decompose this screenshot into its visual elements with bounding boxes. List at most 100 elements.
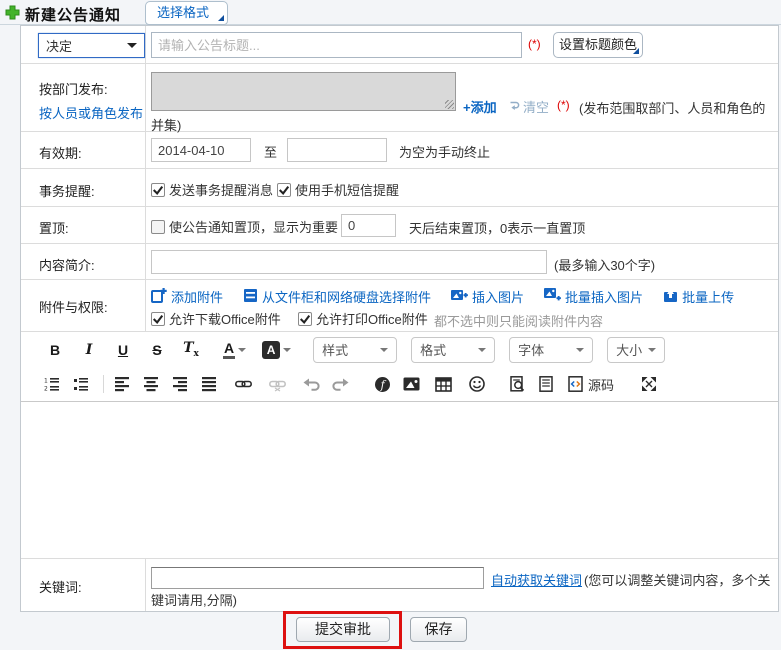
flash-button[interactable]: f bbox=[373, 376, 391, 393]
toolbar-separator bbox=[103, 375, 104, 393]
underline-button[interactable]: U bbox=[111, 342, 135, 358]
remove-format-button[interactable]: Tx bbox=[179, 340, 203, 359]
title-input[interactable] bbox=[151, 32, 522, 58]
insert-image-link[interactable]: 插入图片 bbox=[451, 287, 524, 306]
add-dept-link[interactable]: +添加 bbox=[463, 97, 497, 116]
unlink-button[interactable] bbox=[268, 376, 286, 393]
clear-arrow-icon bbox=[509, 99, 521, 114]
align-right-button[interactable] bbox=[171, 376, 189, 393]
auto-get-keywords-link[interactable]: 自动获取关键词 bbox=[491, 570, 582, 589]
text-color-button[interactable]: A bbox=[223, 341, 246, 359]
checkbox-checked-icon bbox=[151, 183, 165, 197]
editor-toolbar-row2: 12 bbox=[21, 367, 778, 402]
keywords-label: 关键词: bbox=[39, 577, 82, 596]
preview-button[interactable] bbox=[508, 376, 526, 393]
summary-label: 内容简介: bbox=[39, 255, 95, 274]
source-code-button[interactable]: 源码 bbox=[588, 375, 614, 394]
attachment-row: 附件与权限: 添加附件 从文件柜和网络硬盘选择附件 bbox=[21, 280, 778, 332]
validity-label: 有效期: bbox=[39, 143, 82, 162]
checkbox-checked-icon bbox=[277, 183, 291, 197]
bold-button[interactable]: B bbox=[43, 342, 67, 358]
page-title: 新建公告通知 bbox=[25, 4, 121, 25]
announcement-type-select[interactable]: 决定 bbox=[38, 33, 145, 58]
start-date-input[interactable] bbox=[151, 138, 251, 162]
justify-button[interactable] bbox=[200, 376, 218, 393]
dept-publish-label: 按部门发布: bbox=[39, 79, 108, 98]
keywords-note-line1: (您可以调整关键词内容，多个关 bbox=[584, 570, 770, 589]
batch-upload-link[interactable]: 批量上传 bbox=[663, 287, 734, 306]
templates-icon[interactable] bbox=[537, 376, 555, 393]
sms-reminder-checkbox[interactable]: 使用手机短信提醒 bbox=[277, 180, 399, 199]
checkbox-checked-icon bbox=[151, 312, 165, 326]
maximize-button[interactable] bbox=[640, 376, 658, 393]
format-select[interactable]: 格式 bbox=[411, 337, 495, 363]
source-code-icon[interactable] bbox=[566, 376, 584, 393]
dept-required-mark: (*) bbox=[557, 98, 570, 112]
batch-insert-image-link[interactable]: 批量插入图片 bbox=[544, 287, 643, 306]
add-icon bbox=[5, 5, 20, 20]
link-button[interactable] bbox=[234, 376, 252, 393]
align-left-button[interactable] bbox=[113, 376, 131, 393]
caret-down-icon bbox=[478, 348, 486, 356]
strikethrough-button[interactable]: S bbox=[145, 342, 169, 358]
pin-checkbox[interactable]: 使公告通知置顶，显示为重要 bbox=[151, 217, 338, 236]
italic-button[interactable]: I bbox=[77, 342, 101, 358]
set-title-color-button[interactable]: 设置标题颜色 bbox=[553, 32, 643, 58]
bulleted-list-button[interactable] bbox=[72, 376, 90, 393]
styles-select[interactable]: 样式 bbox=[313, 337, 397, 363]
select-format-tab[interactable]: 选择格式 bbox=[145, 1, 228, 25]
svg-text:2: 2 bbox=[44, 386, 48, 393]
align-center-button[interactable] bbox=[142, 376, 160, 393]
table-button[interactable] bbox=[434, 376, 452, 393]
numbered-list-button[interactable]: 12 bbox=[43, 376, 61, 393]
submit-approval-button[interactable]: 提交审批 bbox=[296, 617, 390, 642]
image-button[interactable] bbox=[402, 376, 420, 393]
add-attachment-link[interactable]: 添加附件 bbox=[151, 287, 223, 306]
dept-scope-textarea[interactable] bbox=[151, 72, 456, 111]
caret-down-icon bbox=[380, 348, 388, 356]
clear-dept-link[interactable]: 清空 bbox=[509, 97, 549, 116]
file-cabinet-attachment-link[interactable]: 从文件柜和网络硬盘选择附件 bbox=[243, 287, 431, 306]
select-arrow-icon bbox=[127, 43, 137, 53]
caret-down-icon bbox=[648, 348, 656, 356]
caret-down-icon bbox=[283, 348, 291, 356]
title-required-mark: (*) bbox=[528, 37, 541, 51]
allow-download-checkbox[interactable]: 允许下载Office附件 bbox=[151, 309, 281, 328]
reminder-row: 事务提醒: 发送事务提醒消息 使用手机短信提醒 bbox=[21, 169, 778, 207]
summary-input[interactable] bbox=[151, 250, 547, 274]
end-date-input[interactable] bbox=[287, 138, 387, 162]
undo-button[interactable] bbox=[302, 376, 320, 393]
pin-label: 置顶: bbox=[39, 218, 69, 237]
checkbox-unchecked-icon bbox=[151, 220, 165, 234]
batch-upload-icon bbox=[663, 288, 678, 306]
font-select[interactable]: 字体 bbox=[509, 337, 593, 363]
dept-note-line1: (发布范围取部门、人员和角色的 bbox=[579, 98, 765, 117]
editor-content-area[interactable] bbox=[21, 402, 778, 558]
to-label: 至 bbox=[264, 142, 277, 161]
pin-row: 置顶: 使公告通知置顶，显示为重要 天后结束置顶，0表示一直置顶 bbox=[21, 207, 778, 244]
save-button[interactable]: 保存 bbox=[410, 617, 467, 642]
resize-grip-icon[interactable] bbox=[445, 100, 454, 109]
attachment-label: 附件与权限: bbox=[39, 297, 108, 316]
type-select-value: 决定 bbox=[46, 36, 72, 55]
smiley-button[interactable] bbox=[468, 376, 486, 393]
keywords-row: 关键词: 自动获取关键词 (您可以调整关键词内容，多个关 键词请用,分隔) bbox=[21, 559, 778, 611]
page-header: 新建公告通知 选择格式 bbox=[0, 0, 781, 25]
dept-publish-row: 按部门发布: 按人员或角色发布 +添加 清空 (*) (发布范围取部门、人员和角… bbox=[21, 64, 778, 132]
keywords-input[interactable] bbox=[151, 567, 484, 589]
attachment-note: 都不选中则只能阅读附件内容 bbox=[434, 311, 603, 330]
redo-button[interactable] bbox=[331, 376, 349, 393]
pin-days-input[interactable] bbox=[341, 214, 396, 237]
svg-text:1: 1 bbox=[44, 378, 48, 385]
announcement-form: 决定 (*) 设置标题颜色 按部门发布: 按人员或角色发布 +添加 bbox=[20, 25, 779, 612]
summary-note: (最多输入30个字) bbox=[554, 255, 655, 274]
pin-note: 天后结束置顶，0表示一直置顶 bbox=[409, 218, 585, 237]
background-color-button[interactable]: A bbox=[262, 341, 291, 359]
validity-note: 为空为手动终止 bbox=[399, 142, 490, 161]
send-reminder-checkbox[interactable]: 发送事务提醒消息 bbox=[151, 180, 273, 199]
font-size-select[interactable]: 大小 bbox=[607, 337, 665, 363]
publish-by-person-link[interactable]: 按人员或角色发布 bbox=[39, 103, 143, 122]
select-format-label: 选择格式 bbox=[157, 5, 209, 20]
allow-print-checkbox[interactable]: 允许打印Office附件 bbox=[298, 309, 428, 328]
reminder-label: 事务提醒: bbox=[39, 181, 95, 200]
